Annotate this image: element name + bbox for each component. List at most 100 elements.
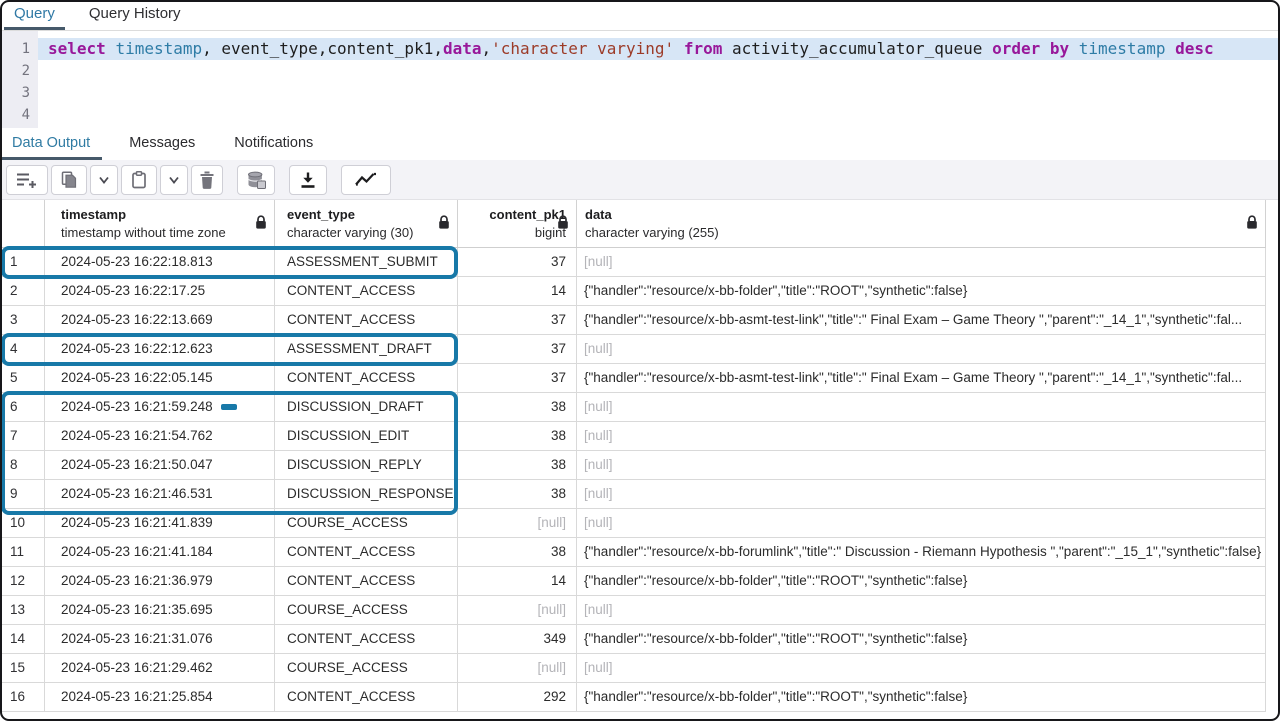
data-cell[interactable]: {"handler":"resource/x-bb-asmt-test-link… bbox=[577, 364, 1266, 392]
table-row[interactable]: 162024-05-23 16:21:25.854CONTENT_ACCESS2… bbox=[0, 683, 1266, 712]
timestamp-cell[interactable]: 2024-05-23 16:22:05.145 bbox=[45, 364, 275, 392]
timestamp-cell[interactable]: 2024-05-23 16:22:17.25 bbox=[45, 277, 275, 305]
data-cell[interactable]: [null] bbox=[577, 596, 1266, 624]
data-cell[interactable]: {"handler":"resource/x-bb-folder","title… bbox=[577, 567, 1266, 595]
table-row[interactable]: 12024-05-23 16:22:18.813ASSESSMENT_SUBMI… bbox=[0, 248, 1266, 277]
column-header-content_pk1[interactable]: content_pk1bigint bbox=[458, 200, 577, 247]
timestamp-cell[interactable]: 2024-05-23 16:21:59.248 bbox=[45, 393, 275, 421]
content-pk1-cell[interactable]: 37 bbox=[458, 335, 577, 363]
event-type-cell[interactable]: COURSE_ACCESS bbox=[275, 654, 458, 682]
timestamp-cell[interactable]: 2024-05-23 16:21:50.047 bbox=[45, 451, 275, 479]
event-type-cell[interactable]: CONTENT_ACCESS bbox=[275, 567, 458, 595]
delete-row-button[interactable] bbox=[191, 165, 223, 195]
content-pk1-cell[interactable]: 292 bbox=[458, 683, 577, 711]
table-row[interactable]: 102024-05-23 16:21:41.839COURSE_ACCESS[n… bbox=[0, 509, 1266, 538]
row-number[interactable]: 8 bbox=[0, 451, 45, 479]
copy-button[interactable] bbox=[51, 165, 87, 195]
sql-line-4[interactable] bbox=[38, 104, 1280, 126]
timestamp-cell[interactable]: 2024-05-23 16:21:54.762 bbox=[45, 422, 275, 450]
content-pk1-cell[interactable]: 14 bbox=[458, 567, 577, 595]
table-row[interactable]: 72024-05-23 16:21:54.762DISCUSSION_EDIT3… bbox=[0, 422, 1266, 451]
event-type-cell[interactable]: DISCUSSION_EDIT bbox=[275, 422, 458, 450]
content-pk1-cell[interactable]: 38 bbox=[458, 393, 577, 421]
table-row[interactable]: 112024-05-23 16:21:41.184CONTENT_ACCESS3… bbox=[0, 538, 1266, 567]
data-cell[interactable]: [null] bbox=[577, 335, 1266, 363]
table-row[interactable]: 62024-05-23 16:21:59.248DISCUSSION_DRAFT… bbox=[0, 393, 1266, 422]
row-number[interactable]: 9 bbox=[0, 480, 45, 508]
event-type-cell[interactable]: CONTENT_ACCESS bbox=[275, 306, 458, 334]
timestamp-cell[interactable]: 2024-05-23 16:21:36.979 bbox=[45, 567, 275, 595]
event-type-cell[interactable]: DISCUSSION_RESPONSE bbox=[275, 480, 458, 508]
timestamp-cell[interactable]: 2024-05-23 16:21:35.695 bbox=[45, 596, 275, 624]
data-cell[interactable]: [null] bbox=[577, 509, 1266, 537]
row-number[interactable]: 11 bbox=[0, 538, 45, 566]
row-number[interactable]: 3 bbox=[0, 306, 45, 334]
content-pk1-cell[interactable]: 14 bbox=[458, 277, 577, 305]
row-number[interactable]: 5 bbox=[0, 364, 45, 392]
timestamp-cell[interactable]: 2024-05-23 16:21:46.531 bbox=[45, 480, 275, 508]
code-area[interactable]: select timestamp, event_type,content_pk1… bbox=[38, 38, 1280, 126]
tab-messages[interactable]: Messages bbox=[117, 128, 207, 160]
timestamp-cell[interactable]: 2024-05-23 16:22:12.623 bbox=[45, 335, 275, 363]
event-type-cell[interactable]: CONTENT_ACCESS bbox=[275, 277, 458, 305]
paste-options-button[interactable] bbox=[160, 165, 188, 195]
event-type-cell[interactable]: CONTENT_ACCESS bbox=[275, 538, 458, 566]
tab-query-history[interactable]: Query History bbox=[79, 0, 191, 30]
row-number[interactable]: 6 bbox=[0, 393, 45, 421]
save-data-changes-button[interactable] bbox=[237, 165, 275, 195]
data-cell[interactable]: [null] bbox=[577, 451, 1266, 479]
content-pk1-cell[interactable]: 38 bbox=[458, 451, 577, 479]
timestamp-cell[interactable]: 2024-05-23 16:22:18.813 bbox=[45, 248, 275, 276]
content-pk1-cell[interactable]: 37 bbox=[458, 306, 577, 334]
data-cell[interactable]: {"handler":"resource/x-bb-folder","title… bbox=[577, 683, 1266, 711]
data-cell[interactable]: {"handler":"resource/x-bb-asmt-test-link… bbox=[577, 306, 1266, 334]
event-type-cell[interactable]: COURSE_ACCESS bbox=[275, 509, 458, 537]
content-pk1-cell[interactable]: [null] bbox=[458, 654, 577, 682]
data-cell[interactable]: {"handler":"resource/x-bb-folder","title… bbox=[577, 625, 1266, 653]
sql-line-2[interactable] bbox=[38, 60, 1280, 82]
row-number[interactable]: 14 bbox=[0, 625, 45, 653]
data-cell[interactable]: [null] bbox=[577, 480, 1266, 508]
table-row[interactable]: 52024-05-23 16:22:05.145CONTENT_ACCESS37… bbox=[0, 364, 1266, 393]
event-type-cell[interactable]: ASSESSMENT_DRAFT bbox=[275, 335, 458, 363]
row-number[interactable]: 1 bbox=[0, 248, 45, 276]
row-number[interactable]: 13 bbox=[0, 596, 45, 624]
row-number[interactable]: 12 bbox=[0, 567, 45, 595]
column-header-event_type[interactable]: event_typecharacter varying (30) bbox=[275, 200, 458, 247]
timestamp-cell[interactable]: 2024-05-23 16:21:41.839 bbox=[45, 509, 275, 537]
row-number[interactable]: 16 bbox=[0, 683, 45, 711]
tab-notifications[interactable]: Notifications bbox=[222, 128, 325, 160]
table-row[interactable]: 42024-05-23 16:22:12.623ASSESSMENT_DRAFT… bbox=[0, 335, 1266, 364]
content-pk1-cell[interactable]: 38 bbox=[458, 422, 577, 450]
sql-line-1[interactable]: select timestamp, event_type,content_pk1… bbox=[38, 38, 1280, 60]
event-type-cell[interactable]: COURSE_ACCESS bbox=[275, 596, 458, 624]
sql-editor[interactable]: 1 2 3 4 select timestamp, event_type,con… bbox=[0, 31, 1280, 128]
table-row[interactable]: 132024-05-23 16:21:35.695COURSE_ACCESS [n… bbox=[0, 596, 1266, 625]
event-type-cell[interactable]: CONTENT_ACCESS bbox=[275, 364, 458, 392]
table-row[interactable]: 142024-05-23 16:21:31.076CONTENT_ACCESS3… bbox=[0, 625, 1266, 654]
data-cell[interactable]: {"handler":"resource/x-bb-folder","title… bbox=[577, 277, 1266, 305]
table-row[interactable]: 82024-05-23 16:21:50.047DISCUSSION_REPLY… bbox=[0, 451, 1266, 480]
column-header-data[interactable]: datacharacter varying (255) bbox=[577, 200, 1266, 247]
row-number[interactable]: 15 bbox=[0, 654, 45, 682]
tab-data-output[interactable]: Data Output bbox=[0, 128, 102, 160]
content-pk1-cell[interactable]: 349 bbox=[458, 625, 577, 653]
timestamp-cell[interactable]: 2024-05-23 16:21:29.462 bbox=[45, 654, 275, 682]
event-type-cell[interactable]: DISCUSSION_DRAFT bbox=[275, 393, 458, 421]
data-cell[interactable]: {"handler":"resource/x-bb-forumlink","ti… bbox=[577, 538, 1266, 566]
content-pk1-cell[interactable]: 38 bbox=[458, 480, 577, 508]
data-cell[interactable]: [null] bbox=[577, 248, 1266, 276]
graph-visualiser-button[interactable] bbox=[341, 165, 391, 195]
row-number-header[interactable] bbox=[0, 200, 45, 247]
content-pk1-cell[interactable]: 37 bbox=[458, 364, 577, 392]
content-pk1-cell[interactable]: 38 bbox=[458, 538, 577, 566]
data-cell[interactable]: [null] bbox=[577, 393, 1266, 421]
event-type-cell[interactable]: DISCUSSION_REPLY bbox=[275, 451, 458, 479]
paste-button[interactable] bbox=[121, 165, 157, 195]
download-results-button[interactable] bbox=[289, 165, 327, 195]
table-row[interactable]: 32024-05-23 16:22:13.669CONTENT_ACCESS37… bbox=[0, 306, 1266, 335]
content-pk1-cell[interactable]: 37 bbox=[458, 248, 577, 276]
table-row[interactable]: 152024-05-23 16:21:29.462COURSE_ACCESS[n… bbox=[0, 654, 1266, 683]
row-number[interactable]: 2 bbox=[0, 277, 45, 305]
copy-options-button[interactable] bbox=[90, 165, 118, 195]
